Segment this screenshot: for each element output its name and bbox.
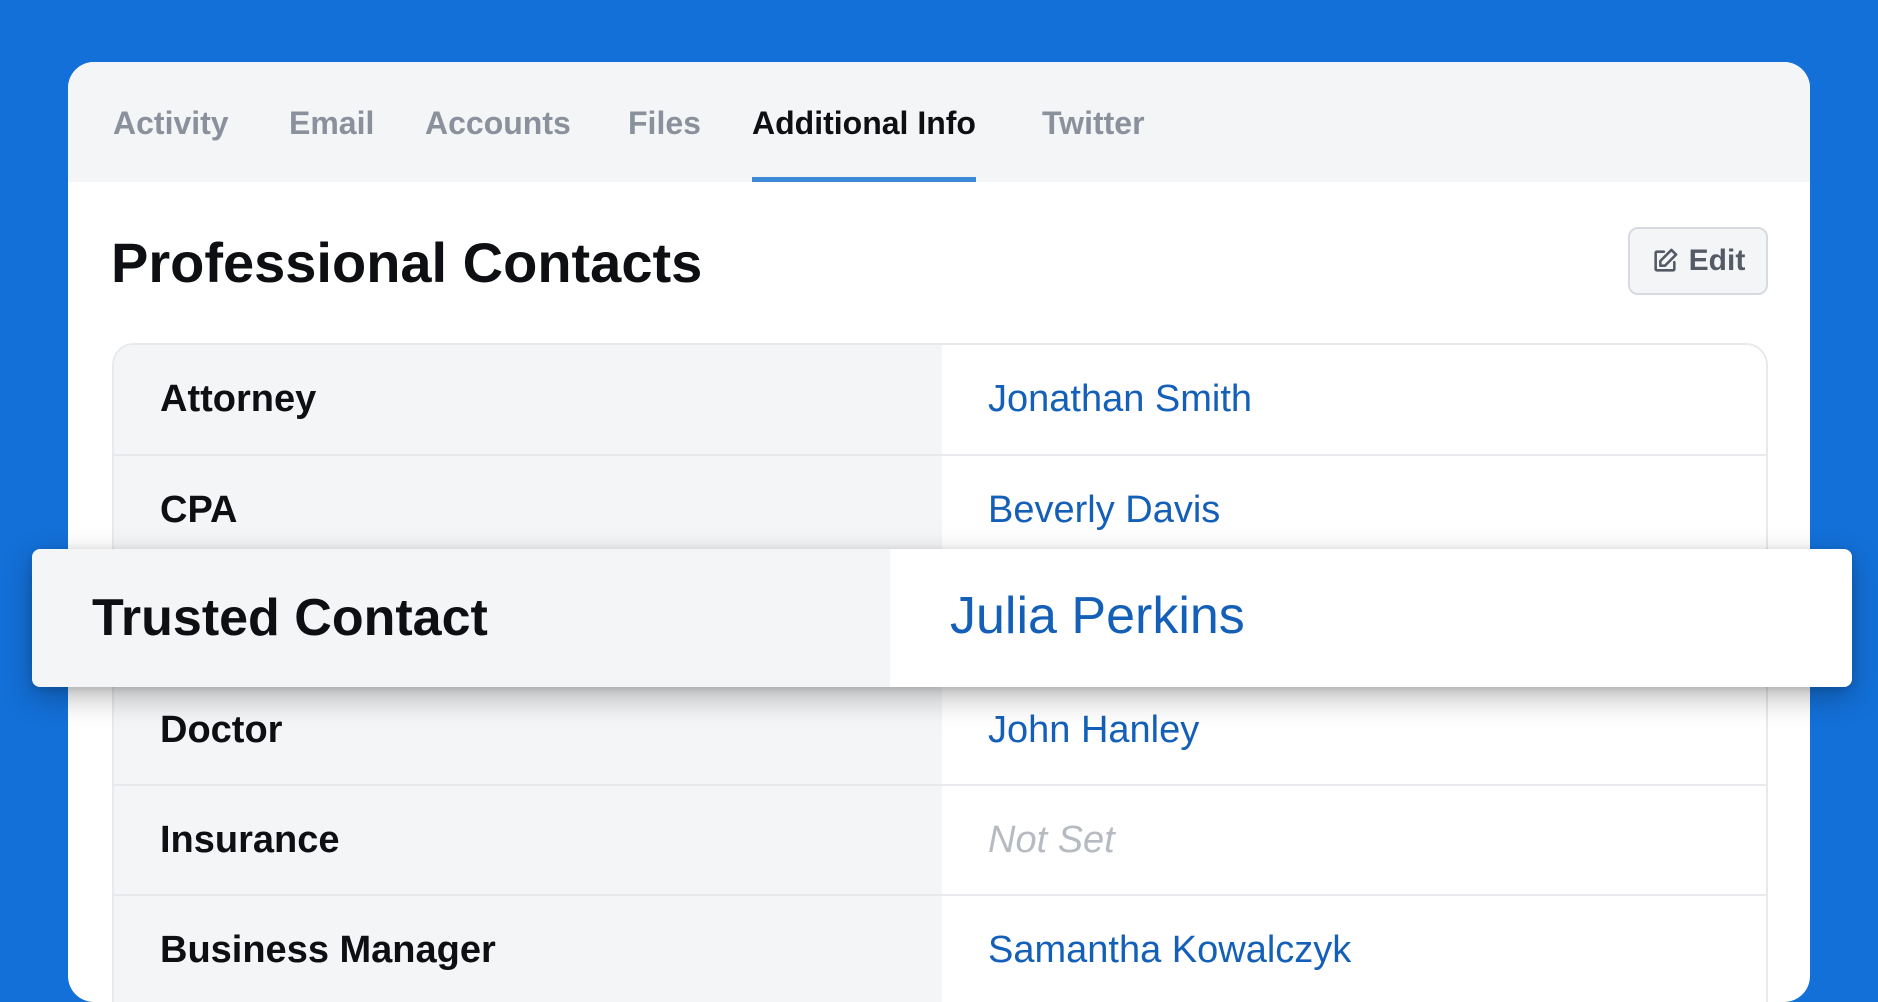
row-label: CPA bbox=[114, 456, 942, 564]
contact-link[interactable]: Samantha Kowalczyk bbox=[942, 896, 1766, 1002]
row-label: Insurance bbox=[114, 786, 942, 894]
row-label: Attorney bbox=[114, 345, 942, 454]
row-label: Trusted Contact bbox=[32, 549, 890, 687]
edit-icon bbox=[1651, 247, 1679, 275]
contact-link[interactable]: Beverly Davis bbox=[942, 456, 1766, 564]
tab-additional-info[interactable]: Additional Info bbox=[752, 62, 976, 182]
active-tab-indicator bbox=[752, 177, 976, 182]
edit-button[interactable]: Edit bbox=[1628, 227, 1768, 295]
tab-files[interactable]: Files bbox=[628, 62, 701, 182]
edit-button-label: Edit bbox=[1688, 244, 1746, 277]
section-title: Professional Contacts bbox=[111, 231, 703, 294]
highlighted-contact-row: Trusted Contact Julia Perkins bbox=[32, 549, 1852, 687]
contact-link[interactable]: John Hanley bbox=[942, 676, 1766, 784]
not-set-value: Not Set bbox=[942, 786, 1766, 894]
tab-accounts[interactable]: Accounts bbox=[425, 62, 571, 182]
row-label: Doctor bbox=[114, 676, 942, 784]
table-row: Business Manager Samantha Kowalczyk bbox=[114, 896, 1766, 1002]
row-label: Business Manager bbox=[114, 896, 942, 1002]
contacts-card: Activity Email Accounts Files Additional… bbox=[68, 62, 1810, 1002]
tab-email[interactable]: Email bbox=[289, 62, 374, 182]
table-row: Doctor John Hanley bbox=[114, 676, 1766, 786]
tab-twitter[interactable]: Twitter bbox=[1042, 62, 1145, 182]
tab-additional-info-label: Additional Info bbox=[752, 105, 976, 141]
contact-link[interactable]: Julia Perkins bbox=[890, 549, 1852, 687]
table-row: Insurance Not Set bbox=[114, 786, 1766, 896]
tab-bar: Activity Email Accounts Files Additional… bbox=[68, 62, 1810, 182]
contact-link[interactable]: Jonathan Smith bbox=[942, 345, 1766, 454]
table-row: Attorney Jonathan Smith bbox=[114, 345, 1766, 456]
tab-activity[interactable]: Activity bbox=[113, 62, 229, 182]
